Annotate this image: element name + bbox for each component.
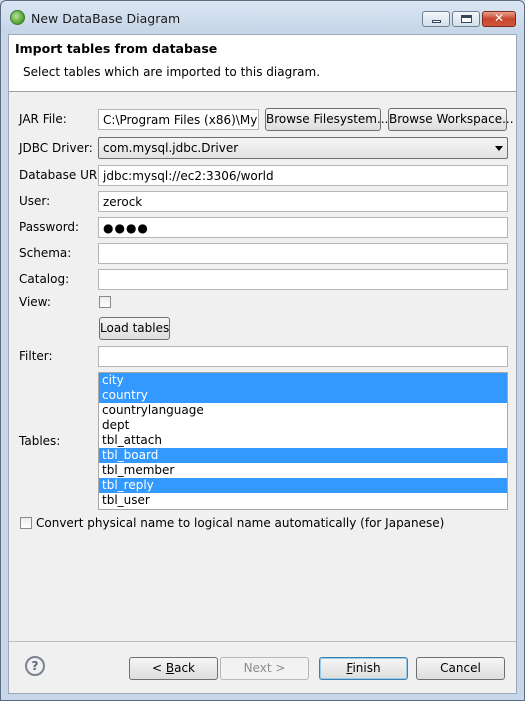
minimize-icon (432, 20, 441, 23)
maximize-button[interactable] (452, 11, 480, 27)
convert-name-label[interactable]: Convert physical name to logical name au… (36, 516, 444, 530)
tables-list[interactable]: city country countrylanguage dept tbl_at… (98, 372, 508, 510)
schema-label: Schema: (19, 246, 72, 260)
jar-file-input[interactable]: C:\Program Files (x86)\MyS (98, 109, 259, 130)
tables-label: Tables: (19, 434, 61, 448)
table-list-item[interactable]: tbl_reply (99, 478, 507, 493)
back-mnemonic: B (165, 661, 175, 675)
title-bar[interactable]: New DataBase Diagram ✕ (1, 1, 524, 34)
jdbc-driver-label: JDBC Driver: (19, 141, 93, 155)
password-input[interactable]: ●●●● (98, 217, 508, 238)
convert-name-checkbox[interactable] (20, 517, 32, 529)
browse-workspace-button[interactable]: Browse Workspace... (388, 108, 514, 131)
page-title: Import tables from database (15, 41, 218, 56)
view-label: View: (19, 295, 51, 309)
help-icon[interactable]: ? (25, 656, 45, 676)
database-uri-label: Database URI: (19, 168, 105, 182)
view-checkbox[interactable] (99, 296, 111, 308)
minimize-button[interactable] (422, 11, 450, 27)
footer-separator (9, 641, 516, 642)
catalog-input[interactable] (98, 269, 508, 290)
next-button[interactable]: Next > (220, 657, 309, 680)
table-list-item[interactable]: dept (99, 418, 507, 433)
finish-button[interactable]: Finish (319, 657, 408, 680)
jdbc-driver-select[interactable]: com.mysql.jdbc.Driver (98, 137, 508, 159)
back-button[interactable]: < Back (129, 657, 218, 680)
finish-label: inish (352, 661, 381, 675)
chevron-down-icon (495, 146, 503, 151)
filter-input[interactable] (98, 346, 508, 367)
table-list-item[interactable]: country (99, 388, 507, 403)
spring-app-icon (10, 10, 25, 25)
table-list-item[interactable]: tbl_member (99, 463, 507, 478)
maximize-icon (461, 15, 472, 23)
page-description: Select tables which are imported to this… (23, 65, 321, 79)
dialog-content: Import tables from database Select table… (8, 34, 517, 694)
close-icon: ✕ (494, 11, 505, 25)
filter-label: Filter: (19, 349, 53, 363)
table-list-item[interactable]: countrylanguage (99, 403, 507, 418)
wizard-header: Import tables from database Select table… (9, 35, 516, 92)
table-list-item[interactable]: tbl_attach (99, 433, 507, 448)
load-tables-button[interactable]: Load tables (99, 317, 170, 340)
table-list-item[interactable]: tbl_board (99, 448, 507, 463)
schema-input[interactable] (98, 243, 508, 264)
window-title: New DataBase Diagram (31, 11, 181, 26)
password-label: Password: (19, 220, 80, 234)
table-list-item[interactable]: city (99, 373, 507, 388)
catalog-label: Catalog: (19, 272, 70, 286)
close-button[interactable]: ✕ (482, 11, 516, 27)
browse-filesystem-button[interactable]: Browse Filesystem... (265, 108, 388, 131)
user-input[interactable]: zerock (98, 191, 508, 212)
dialog-window: New DataBase Diagram ✕ Import tables fro… (0, 0, 525, 701)
jar-file-label: JAR File: (19, 112, 67, 126)
cancel-button[interactable]: Cancel (416, 657, 505, 680)
jdbc-driver-value: com.mysql.jdbc.Driver (103, 141, 239, 155)
user-label: User: (19, 194, 51, 208)
database-uri-input[interactable]: jdbc:mysql://ec2:3306/world (98, 165, 508, 186)
table-list-item[interactable]: tbl_user (99, 493, 507, 508)
back-label: ack (174, 661, 195, 675)
back-prefix: < (151, 661, 166, 675)
